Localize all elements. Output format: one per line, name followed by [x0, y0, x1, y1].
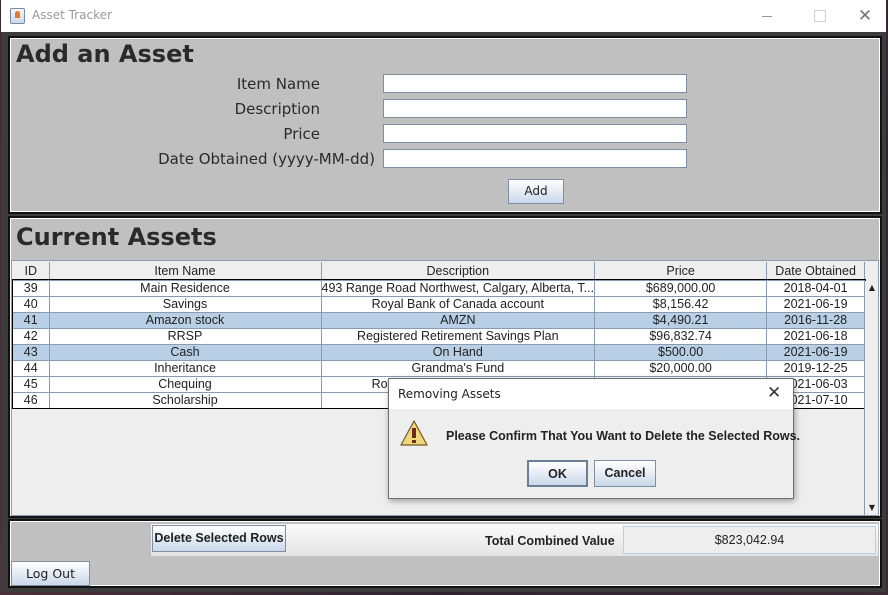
price-label: Price [283, 125, 320, 143]
cell-price[interactable]: $4,490.21 [594, 312, 768, 329]
window-title: Asset Tracker [32, 8, 112, 22]
cell-price[interactable]: $96,832.74 [594, 328, 768, 345]
item-name-input[interactable] [383, 74, 687, 93]
cell-description[interactable]: 493 Range Road Northwest, Calgary, Alber… [321, 280, 596, 297]
add-asset-panel: Add an Asset Item Name Description Price… [8, 36, 882, 214]
table-row[interactable]: 41 Amazon stock AMZN $4,490.21 2016-11-28 [13, 312, 866, 329]
table-row[interactable]: 43 Cash On Hand $500.00 2021-06-19 [13, 344, 866, 361]
cell-date-obtained[interactable]: 2018-04-01 [766, 280, 866, 297]
column-header-description[interactable]: Description [321, 262, 596, 281]
cell-price[interactable]: $20,000.00 [594, 360, 768, 377]
warning-icon [400, 420, 428, 446]
date-obtained-input[interactable] [383, 149, 687, 168]
title-bar: Asset Tracker ✕ [1, 0, 886, 32]
cell-description[interactable]: On Hand [321, 344, 596, 361]
cell-id[interactable]: 42 [13, 328, 50, 345]
cell-id[interactable]: 44 [13, 360, 50, 377]
cell-date-obtained[interactable]: 2021-06-18 [766, 328, 866, 345]
add-asset-heading: Add an Asset [16, 40, 194, 68]
dialog-ok-button[interactable]: OK [527, 460, 588, 487]
delete-selected-rows-button[interactable]: Delete Selected Rows [152, 525, 286, 552]
cell-item-name[interactable]: Scholarship [49, 392, 322, 409]
cell-price[interactable]: $8,156.42 [594, 296, 768, 313]
cell-date-obtained[interactable]: 2016-11-28 [766, 312, 866, 329]
table-row[interactable]: 42 RRSP Registered Retirement Savings Plan… [13, 328, 866, 345]
cell-id[interactable]: 43 [13, 344, 50, 361]
app-window: Asset Tracker ✕ Add an Asset Item Name D… [1, 0, 886, 592]
scroll-down-arrow-icon[interactable]: ▼ [865, 501, 879, 515]
java-app-icon [10, 8, 25, 24]
cell-item-name[interactable]: Cash [49, 344, 322, 361]
total-bar: Delete Selected Rows Total Combined Valu… [151, 524, 878, 556]
table-row[interactable]: 44 Inheritance Grandma's Fund $20,000.00 201… [13, 360, 866, 377]
cell-item-name[interactable]: Savings [49, 296, 322, 313]
dialog-close-button[interactable]: ✕ [767, 383, 781, 403]
column-header-price[interactable]: Price [594, 262, 768, 281]
cell-description[interactable]: Registered Retirement Savings Plan [321, 328, 596, 345]
dialog-cancel-button[interactable]: Cancel [594, 460, 656, 487]
dialog-message: Please Confirm That You Want to Delete t… [446, 429, 801, 443]
table-row[interactable]: 39 Main Residence 493 Range Road Northwest… [13, 280, 866, 297]
column-header-item-name[interactable]: Item Name [49, 262, 322, 281]
date-obtained-label: Date Obtained (yyyy-MM-dd) [158, 150, 375, 168]
table-header-row: ID Item Name Description Price Date Obta… [13, 262, 866, 281]
cell-date-obtained[interactable]: 2021-06-19 [766, 344, 866, 361]
cell-description[interactable]: AMZN [321, 312, 596, 329]
item-name-label: Item Name [236, 75, 320, 93]
log-out-button[interactable]: Log Out [11, 561, 90, 586]
cell-id[interactable]: 45 [13, 376, 50, 393]
cell-item-name[interactable]: RRSP [49, 328, 322, 345]
removing-assets-dialog: Removing Assets ✕ Please Confirm That Yo… [388, 378, 800, 499]
scroll-up-arrow-icon[interactable]: ▲ [865, 281, 879, 295]
maximize-button[interactable] [812, 6, 832, 26]
current-assets-heading: Current Assets [16, 223, 217, 251]
dialog-title-bar: Removing Assets ✕ [389, 379, 793, 409]
total-combined-value: $823,042.94 [623, 526, 876, 554]
table-row[interactable]: 40 Savings Royal Bank of Canada account $8,… [13, 296, 866, 313]
cell-date-obtained[interactable]: 2019-12-25 [766, 360, 866, 377]
description-input[interactable] [383, 99, 687, 118]
bottom-panel: Delete Selected Rows Total Combined Valu… [8, 519, 882, 588]
cell-id[interactable]: 41 [13, 312, 50, 329]
cell-price[interactable]: $500.00 [594, 344, 768, 361]
cell-id[interactable]: 40 [13, 296, 50, 313]
description-label: Description [234, 100, 320, 118]
dialog-title: Removing Assets [398, 387, 501, 401]
minimize-button[interactable] [760, 6, 780, 26]
cell-id[interactable]: 46 [13, 392, 50, 409]
cell-price[interactable]: $689,000.00 [594, 280, 768, 297]
cell-item-name[interactable]: Inheritance [49, 360, 322, 377]
vertical-scrollbar[interactable]: ▲ ▼ [864, 281, 878, 515]
cell-description[interactable]: Grandma's Fund [321, 360, 596, 377]
close-window-button[interactable]: ✕ [855, 6, 875, 26]
cell-item-name[interactable]: Main Residence [49, 280, 322, 297]
cell-item-name[interactable]: Amazon stock [49, 312, 322, 329]
column-header-id[interactable]: ID [13, 262, 50, 281]
column-header-date-obtained[interactable]: Date Obtained [766, 262, 866, 281]
cell-description[interactable]: Royal Bank of Canada account [321, 296, 596, 313]
total-combined-value-label: Total Combined Value [485, 534, 615, 548]
price-input[interactable] [383, 124, 687, 143]
cell-id[interactable]: 39 [13, 280, 50, 297]
add-button[interactable]: Add [508, 179, 564, 204]
cell-item-name[interactable]: Chequing [49, 376, 322, 393]
cell-date-obtained[interactable]: 2021-06-19 [766, 296, 866, 313]
